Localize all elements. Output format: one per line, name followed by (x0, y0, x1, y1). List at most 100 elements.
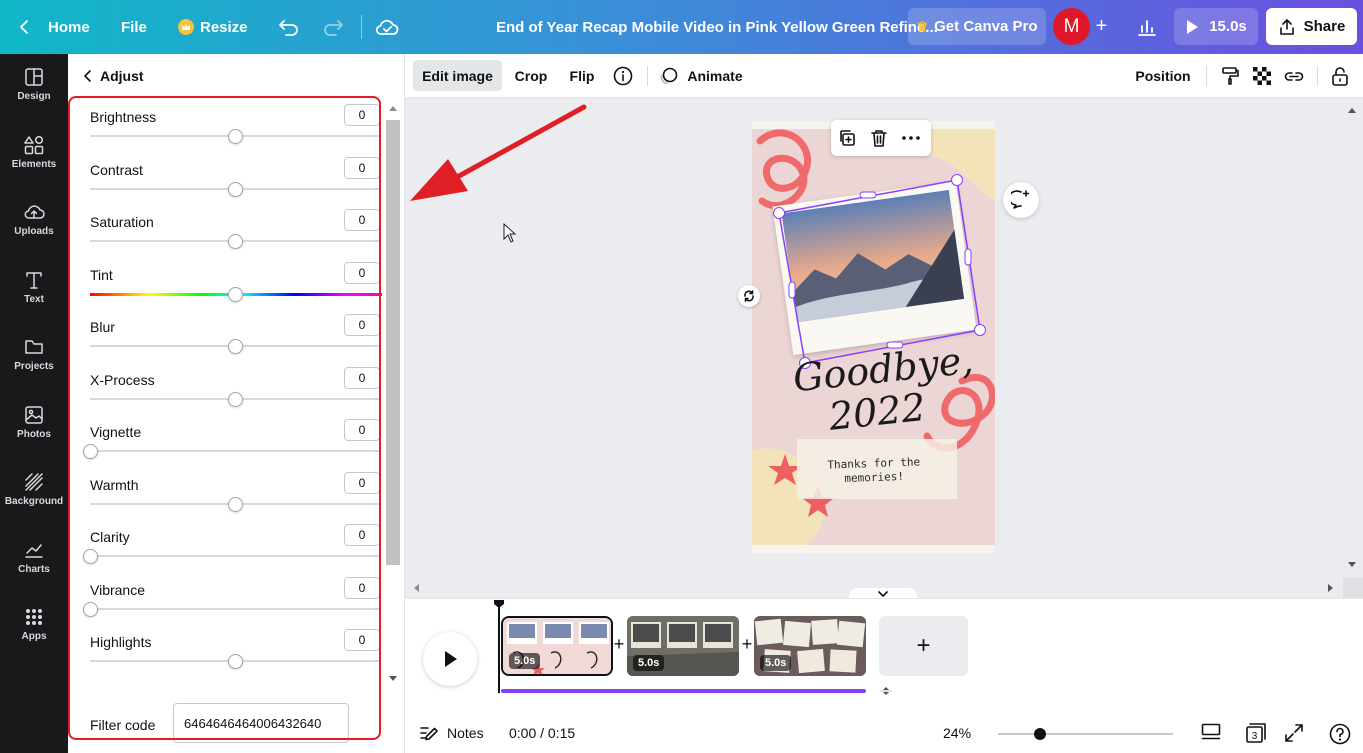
rail-item-charts[interactable]: Charts (0, 527, 68, 587)
adjust-slider-track[interactable] (90, 607, 380, 610)
file-menu-button[interactable]: File (121, 0, 147, 54)
help-button[interactable] (1329, 723, 1351, 745)
adjust-slider-knob[interactable] (227, 129, 243, 144)
adjust-slider-knob[interactable] (227, 286, 243, 302)
rail-item-text[interactable]: Text (0, 257, 68, 317)
adjust-value-input[interactable]: 0 (344, 524, 380, 546)
adjust-slider-knob[interactable] (227, 654, 243, 669)
adjust-slider-knob[interactable] (83, 444, 98, 459)
design-title[interactable]: End of Year Recap Mobile Video in Pink Y… (496, 0, 938, 54)
filter-code-input[interactable]: 6464646464006432640 (173, 703, 349, 743)
adjust-slider-track[interactable] (90, 450, 380, 452)
adjust-value-input[interactable]: 0 (344, 629, 380, 651)
grid-view-button[interactable] (1201, 723, 1223, 745)
undo-button[interactable] (278, 0, 300, 54)
adjust-value-text: 0 (358, 213, 366, 227)
timeline-play-button[interactable] (423, 632, 477, 686)
adjust-value-input[interactable]: 0 (344, 471, 380, 494)
add-page-button[interactable]: + (879, 616, 968, 676)
rail-item-apps[interactable]: Apps (0, 594, 68, 654)
adjust-value-input[interactable]: 0 (344, 419, 380, 441)
timeline-clip-3[interactable]: 5.0s (754, 616, 866, 676)
adjust-value-input[interactable]: 0 (344, 104, 380, 126)
adjust-value-text: 0 (358, 160, 366, 175)
adjust-value-input[interactable]: 0 (344, 576, 380, 599)
add-comment-button[interactable] (1003, 182, 1039, 218)
rail-item-photos[interactable]: Photos (0, 392, 68, 452)
more-options-button[interactable] (895, 120, 927, 156)
timeline-clip-1[interactable]: 5.0s (501, 616, 613, 676)
adjust-slider-knob[interactable] (227, 496, 243, 512)
adjust-slider-track[interactable] (90, 555, 380, 557)
get-canva-pro-button[interactable]: ♛ Get Canva Pro (908, 8, 1046, 45)
scroll-up-icon[interactable] (388, 104, 398, 112)
adjust-value-input[interactable]: 0 (344, 314, 380, 336)
pages-count-button[interactable]: 3 (1245, 722, 1267, 744)
panel-scrollbar[interactable] (384, 98, 402, 698)
share-button[interactable]: Share (1266, 8, 1357, 45)
scroll-right-icon[interactable] (1327, 583, 1335, 593)
copy-style-button[interactable] (1218, 60, 1242, 91)
present-play-button[interactable]: 15.0s (1174, 8, 1258, 45)
rotate-handle[interactable] (738, 285, 760, 307)
add-transition-button[interactable]: + (739, 635, 755, 653)
headline-text[interactable]: Goodbye, 2022 (791, 338, 975, 441)
adjust-slider-knob[interactable] (227, 234, 243, 249)
adjust-value-input[interactable]: 0 (344, 366, 380, 389)
zoom-slider-track[interactable] (998, 733, 1173, 735)
rail-item-design[interactable]: Design (0, 54, 68, 114)
playhead-handle-icon[interactable] (493, 599, 505, 609)
memories-note-text[interactable]: Thanks for the memories! (814, 455, 935, 487)
duplicate-button[interactable] (831, 120, 863, 156)
canvas-vertical-scrollbar[interactable] (1341, 98, 1363, 578)
design-page[interactable]: Goodbye, 2022 Thanks for the memories! (752, 121, 995, 553)
rail-item-projects[interactable]: Projects (0, 324, 68, 384)
rail-item-elements[interactable]: Elements (0, 122, 68, 182)
adjust-slider-knob[interactable] (227, 339, 243, 354)
edit-image-button[interactable]: Edit image (413, 60, 502, 91)
transparency-button[interactable] (1250, 60, 1274, 91)
link-button[interactable] (1282, 60, 1306, 91)
playhead[interactable] (498, 603, 500, 693)
insights-button[interactable] (1137, 0, 1157, 54)
delete-button[interactable] (863, 120, 895, 156)
user-avatar[interactable]: M (1053, 8, 1090, 45)
invite-plus-button[interactable]: + (1088, 13, 1115, 40)
adjust-slider-knob[interactable] (227, 181, 243, 197)
add-transition-button[interactable]: + (611, 635, 627, 653)
canvas-area[interactable]: Goodbye, 2022 Thanks for the memories! (405, 98, 1363, 600)
adjust-value-input[interactable]: 0 (344, 156, 380, 179)
resize-button[interactable]: Resize (178, 0, 248, 54)
adjust-slider-knob[interactable] (227, 391, 243, 407)
scroll-left-icon[interactable] (412, 583, 420, 593)
position-button[interactable]: Position (1132, 60, 1194, 91)
scroll-down-icon[interactable] (1347, 561, 1357, 569)
rail-item-uploads[interactable]: Uploads (0, 189, 68, 249)
crop-button[interactable]: Crop (509, 60, 553, 91)
timeline-clip-2[interactable]: 5.0s (627, 616, 739, 676)
home-button[interactable]: Home (18, 0, 90, 54)
audio-track-bar[interactable] (501, 689, 866, 693)
adjust-slider-knob[interactable] (83, 549, 98, 564)
info-button[interactable] (610, 60, 636, 91)
zoom-slider-knob[interactable] (1034, 728, 1046, 740)
scroll-up-icon[interactable] (1347, 106, 1357, 114)
notes-button[interactable]: Notes (419, 713, 484, 753)
flip-button[interactable]: Flip (565, 60, 599, 91)
lock-button[interactable] (1328, 60, 1352, 91)
zoom-percentage[interactable]: 24% (943, 713, 971, 753)
adjust-value-input[interactable]: 0 (344, 209, 380, 231)
adjust-back-button[interactable]: Adjust (82, 66, 144, 86)
redo-button[interactable] (322, 0, 344, 54)
cloud-save-status-button[interactable] (375, 0, 399, 54)
scroll-thumb[interactable] (386, 120, 400, 565)
resize-audio-handle[interactable] (877, 686, 895, 696)
adjust-slider-knob[interactable] (83, 601, 98, 617)
adjust-value-input[interactable]: 0 (344, 261, 380, 284)
scroll-down-icon[interactable] (388, 675, 398, 683)
rail-item-background[interactable]: Background (0, 459, 68, 519)
fullscreen-button[interactable] (1284, 723, 1306, 745)
uploads-icon (24, 204, 45, 219)
adjust-label: Tint (90, 266, 113, 283)
animate-button[interactable]: Animate (659, 60, 743, 91)
